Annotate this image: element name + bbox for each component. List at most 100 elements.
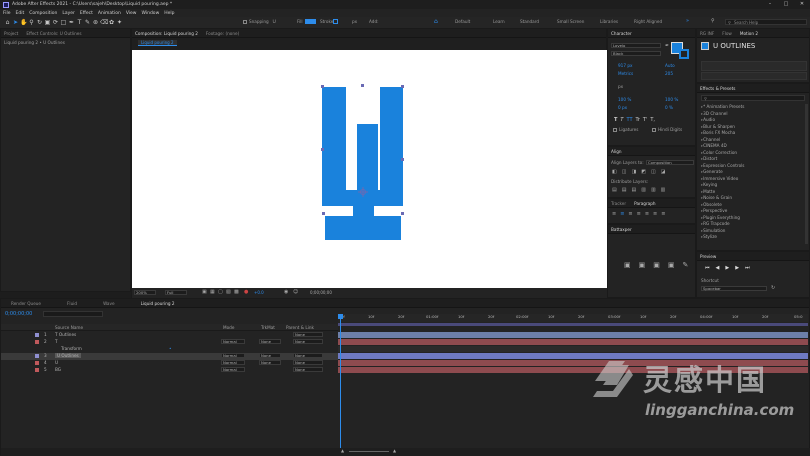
align-left-icon[interactable]: ◧ xyxy=(612,169,617,175)
maximize-icon[interactable]: □ xyxy=(778,0,794,9)
subscript-button[interactable]: T, xyxy=(650,117,655,123)
transform-reset[interactable]: • xyxy=(169,346,171,351)
hindi-digits-checkbox[interactable] xyxy=(652,128,656,132)
para-left-icon[interactable]: ≡ xyxy=(612,211,616,217)
composition-canvas[interactable] xyxy=(132,50,608,288)
align-to-select[interactable]: Composition xyxy=(646,160,694,165)
layer-trkmat-select[interactable]: None xyxy=(259,353,281,358)
tab-liquid-pouring-2[interactable]: Liquid pouring 2 xyxy=(141,301,175,306)
dist-vcenter-icon[interactable]: ▤ xyxy=(622,187,627,193)
clone-tool-icon[interactable]: ⊛ xyxy=(92,19,99,26)
para-justify-all-icon[interactable]: ≡ xyxy=(661,211,665,217)
roto-brush-icon[interactable]: ✿ xyxy=(108,19,115,26)
zoom-tool-icon[interactable]: ⚲ xyxy=(28,19,35,26)
menu-edit[interactable]: Edit xyxy=(16,11,25,16)
workspace-default[interactable]: Default xyxy=(455,19,470,24)
effects-search-input[interactable]: ⚲ xyxy=(701,95,805,101)
playhead[interactable] xyxy=(340,314,341,452)
workspace-learn[interactable]: Learn xyxy=(493,19,505,24)
show-snapshot-icon[interactable]: ☺ xyxy=(293,289,298,295)
menu-composition[interactable]: Composition xyxy=(29,11,57,16)
font-size-value[interactable]: 917 px xyxy=(618,63,632,68)
play-icon[interactable]: ▶ xyxy=(725,265,729,271)
menu-animation[interactable]: Animation xyxy=(98,11,121,16)
selection-tool-icon[interactable]: ➤ xyxy=(12,19,19,26)
layer-parent-select[interactable]: None xyxy=(293,353,323,358)
workspace-standard[interactable]: Standard xyxy=(520,19,539,24)
battaxper-icon-2[interactable]: ▣ xyxy=(639,261,646,269)
tab-rg-inf[interactable]: RG INF xyxy=(700,31,714,36)
table-row[interactable]: Transform • xyxy=(1,346,338,353)
preview-loop-icon[interactable]: ↻ xyxy=(771,285,775,291)
superscript-button[interactable]: T' xyxy=(643,117,647,123)
battaxper-icon-4[interactable]: ▣ xyxy=(668,261,675,269)
dist-bottom-icon[interactable]: ▤ xyxy=(631,187,636,193)
align-right-icon[interactable]: ◨ xyxy=(631,169,636,175)
menu-view[interactable]: View xyxy=(126,11,137,16)
stroke-size-value[interactable]: px xyxy=(618,84,623,89)
faux-bold-button[interactable]: T xyxy=(614,117,617,123)
baseline-shift-value[interactable]: 0 px xyxy=(618,105,627,110)
small-caps-button[interactable]: Tr xyxy=(636,117,640,123)
tab-effect-controls[interactable]: Effect Controls: U Outlines xyxy=(26,31,81,36)
tab-footage[interactable]: Footage: (none) xyxy=(206,31,239,36)
menu-window[interactable]: Window xyxy=(142,11,160,16)
dist-hcenter-icon[interactable]: ▥ xyxy=(651,187,656,193)
search-help-field[interactable]: ⚲ Search Help xyxy=(725,19,807,25)
tab-project[interactable]: Project xyxy=(4,31,18,36)
all-caps-button[interactable]: TT xyxy=(626,117,632,123)
para-right-icon[interactable]: ≡ xyxy=(628,211,632,217)
comp-timecode[interactable]: 0;00;00;00 xyxy=(310,290,332,295)
table-row[interactable]: 3 U Outlines Normal None None xyxy=(1,353,338,360)
font-family-select[interactable]: Lovelo xyxy=(611,43,661,48)
stroke-color-swatch[interactable] xyxy=(679,49,689,59)
eyedropper-icon[interactable]: ✒ xyxy=(665,43,669,49)
ligatures-checkbox[interactable] xyxy=(613,128,617,132)
pen-tool-icon[interactable]: ✒ xyxy=(68,19,75,26)
effects-scrollbar[interactable] xyxy=(805,104,808,244)
layer-mode-select[interactable]: Normal xyxy=(221,367,245,372)
tab-paragraph[interactable]: Paragraph xyxy=(634,201,655,206)
layer-parent-select[interactable]: None xyxy=(293,360,323,365)
font-style-select[interactable]: Black xyxy=(611,51,661,56)
tab-render-queue[interactable]: Render Queue xyxy=(11,301,41,306)
layer-bar-t[interactable] xyxy=(338,339,808,345)
playhead-handle[interactable] xyxy=(338,314,343,319)
menu-help[interactable]: Help xyxy=(164,11,174,16)
para-justify-center-icon[interactable]: ≡ xyxy=(645,211,649,217)
snapping-magnet-icon[interactable]: ∪ xyxy=(272,18,276,25)
puppet-tool-icon[interactable]: ✦ xyxy=(116,19,123,26)
tsume-value[interactable]: 0 % xyxy=(665,105,673,110)
para-center-icon[interactable]: ≡ xyxy=(620,211,624,217)
layer-parent-select[interactable]: None xyxy=(293,339,323,344)
last-frame-icon[interactable]: ⏭ xyxy=(745,265,750,271)
shortcut-select[interactable]: Spacebar xyxy=(701,286,767,291)
zoom-slider[interactable] xyxy=(349,451,389,452)
workspace-more-icon[interactable]: » xyxy=(686,18,689,24)
dist-top-icon[interactable]: ▤ xyxy=(612,187,617,193)
region-of-interest-icon[interactable]: ▣ xyxy=(202,289,207,295)
zoom-out-icon[interactable]: ▲ xyxy=(341,448,344,453)
color-channel-icon[interactable]: ● xyxy=(244,289,248,295)
effects-item[interactable]: Stylize xyxy=(701,234,801,241)
layer-trkmat-select[interactable]: None xyxy=(259,339,281,344)
first-frame-icon[interactable]: ⏮ xyxy=(705,265,710,271)
tab-composition[interactable]: Composition: Liquid pouring 2 xyxy=(135,31,198,36)
work-area-bar[interactable] xyxy=(338,323,808,326)
grid-icon[interactable]: ▩ xyxy=(234,289,239,295)
workspace-small-screen[interactable]: Small Screen xyxy=(557,19,584,24)
battaxper-icon-5[interactable]: ✎ xyxy=(683,261,689,269)
align-vcenter-icon[interactable]: ◫ xyxy=(651,169,656,175)
layer-trkmat-select[interactable]: None xyxy=(259,360,281,365)
leading-value[interactable]: Auto xyxy=(665,63,675,68)
align-bottom-icon[interactable]: ◪ xyxy=(661,169,666,175)
close-icon[interactable]: ✕ xyxy=(794,0,810,9)
resolution-select[interactable]: Full xyxy=(165,290,187,295)
table-row[interactable]: 5 BG Normal None xyxy=(1,367,338,374)
type-tool-icon[interactable]: T xyxy=(76,19,83,26)
para-justify-left-icon[interactable]: ≡ xyxy=(637,211,641,217)
workspace-search-icon[interactable]: ⚲ xyxy=(711,18,715,24)
workspace-libraries[interactable]: Libraries xyxy=(600,19,618,24)
table-row[interactable]: 2 T Normal None None xyxy=(1,339,338,346)
menu-effect[interactable]: Effect xyxy=(80,11,93,16)
